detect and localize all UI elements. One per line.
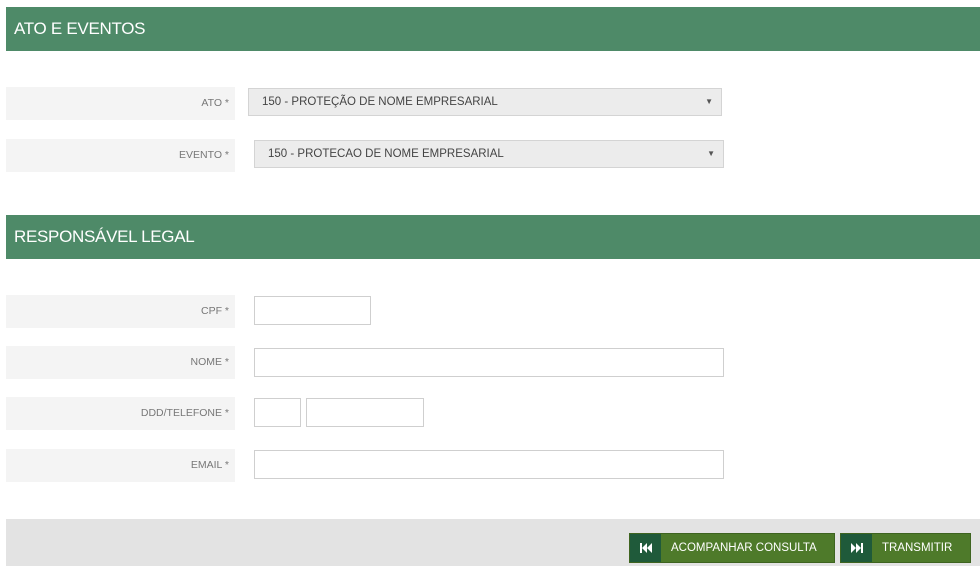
evento-select[interactable]: 150 - PROTECAO DE NOME EMPRESARIAL ▼ — [254, 140, 724, 168]
skip-back-icon — [630, 534, 661, 562]
dropdown-arrow-icon: ▼ — [707, 149, 715, 158]
acompanhar-consulta-button[interactable]: ACOMPANHAR CONSULTA — [629, 533, 835, 563]
email-label: EMAIL * — [6, 449, 235, 482]
telefone-input[interactable] — [306, 398, 424, 427]
transmitir-label: TRANSMITIR — [882, 542, 953, 554]
cpf-label: CPF * — [6, 295, 235, 328]
ato-label: ATO * — [6, 87, 235, 120]
email-input[interactable] — [254, 450, 724, 479]
nome-input[interactable] — [254, 348, 724, 377]
ato-select[interactable]: 150 - PROTEÇÃO DE NOME EMPRESARIAL ▼ — [248, 88, 722, 116]
acompanhar-consulta-label: ACOMPANHAR CONSULTA — [671, 542, 817, 554]
nome-label: NOME * — [6, 346, 235, 379]
skip-forward-icon — [841, 534, 872, 562]
section-header-ato-eventos: ATO E EVENTOS — [6, 7, 980, 51]
ddd-input[interactable] — [254, 398, 301, 427]
dropdown-arrow-icon: ▼ — [705, 97, 713, 106]
evento-select-value: 150 - PROTECAO DE NOME EMPRESARIAL — [268, 148, 504, 160]
ato-select-value: 150 - PROTEÇÃO DE NOME EMPRESARIAL — [262, 96, 498, 108]
section-header-responsavel-legal: RESPONSÁVEL LEGAL — [6, 215, 980, 259]
evento-label: EVENTO * — [6, 139, 235, 172]
cpf-input[interactable] — [254, 296, 371, 325]
telefone-label: DDD/TELEFONE * — [6, 397, 235, 430]
transmitir-button[interactable]: TRANSMITIR — [840, 533, 971, 563]
